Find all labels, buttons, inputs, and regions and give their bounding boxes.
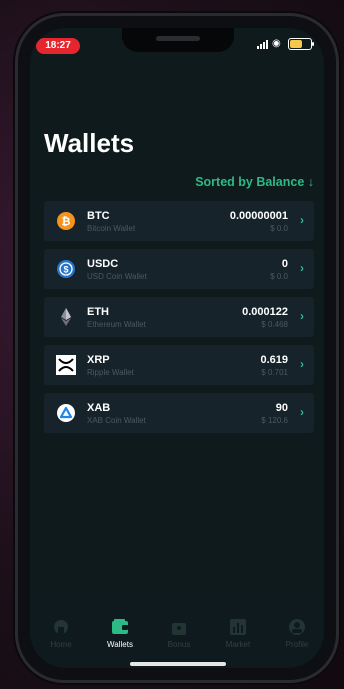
wallet-amount: 0.000122 (242, 306, 288, 318)
market-icon (229, 618, 247, 636)
wallet-row-xrp[interactable]: XRP Ripple Wallet 0.619 $ 0.701 › (44, 345, 314, 385)
chevron-right-icon: › (300, 309, 304, 323)
wallet-row-usdc[interactable]: $ USDC USD Coin Wallet 0 $ 0.0 › (44, 249, 314, 289)
wallet-row-eth[interactable]: ETH Ethereum Wallet 0.000122 $ 0.468 › (44, 297, 314, 337)
status-icons: ◉ (257, 38, 314, 50)
tab-bonus[interactable]: Bonus (150, 618, 208, 649)
app-screen: 18:27 ◉ Wallets Sorted by Balance ↓ ₿ BT… (30, 28, 324, 668)
battery-level (290, 40, 302, 48)
wallet-symbol: ETH (87, 306, 109, 318)
tab-label: Bonus (167, 640, 191, 649)
tab-wallets[interactable]: Wallets (91, 618, 149, 649)
profile-icon (288, 618, 306, 636)
speaker-grille (156, 36, 200, 41)
ethereum-icon (56, 307, 76, 327)
chevron-right-icon: › (300, 213, 304, 227)
tab-profile[interactable]: Profile (268, 618, 324, 649)
wallet-fiat-value: $ 120.6 (261, 416, 288, 425)
wallet-name: Ethereum Wallet (87, 320, 146, 329)
bonus-icon (170, 618, 188, 636)
wallet-name: Bitcoin Wallet (87, 224, 136, 233)
usdc-icon: $ (56, 259, 76, 279)
tab-market[interactable]: Market (209, 618, 267, 649)
wallet-fiat-value: $ 0.468 (261, 320, 288, 329)
home-icon (52, 618, 70, 636)
ripple-icon (56, 355, 76, 375)
tab-label: Home (50, 640, 72, 649)
wallet-row-btc[interactable]: ₿ BTC Bitcoin Wallet 0.00000001 $ 0.0 › (44, 201, 314, 241)
home-indicator[interactable] (130, 662, 226, 666)
notch (122, 28, 234, 52)
status-time: 18:27 (36, 38, 80, 54)
xab-icon (56, 403, 76, 423)
wallet-amount: 0.619 (260, 354, 288, 366)
tab-bar: Home Wallets Bonus Market Profile (30, 604, 324, 668)
tab-label: Profile (285, 640, 309, 649)
wallet-symbol: XRP (87, 354, 110, 366)
wallet-fiat-value: $ 0.0 (270, 272, 288, 281)
tab-home[interactable]: Home (32, 618, 90, 649)
wallet-fiat-value: $ 0.0 (270, 224, 288, 233)
wallet-fiat-value: $ 0.701 (261, 368, 288, 377)
wallet-name: USD Coin Wallet (87, 272, 147, 281)
phone-frame: 18:27 ◉ Wallets Sorted by Balance ↓ ₿ BT… (18, 16, 336, 680)
wallet-amount: 0.00000001 (229, 210, 288, 222)
wallet-symbol: USDC (87, 258, 119, 270)
wallet-symbol: XAB (87, 402, 111, 414)
wallet-symbol: BTC (87, 210, 110, 222)
tab-label: Wallets (107, 640, 133, 649)
battery-icon (288, 38, 314, 50)
svg-text:$: $ (63, 265, 68, 275)
chevron-right-icon: › (300, 261, 304, 275)
chevron-right-icon: › (300, 357, 304, 371)
bitcoin-icon: ₿ (56, 211, 76, 231)
wallet-amount: 90 (275, 402, 288, 414)
wallet-list: ₿ BTC Bitcoin Wallet 0.00000001 $ 0.0 › … (44, 201, 314, 441)
wallet-row-xab[interactable]: XAB XAB Coin Wallet 90 $ 120.6 › (44, 393, 314, 433)
wallet-name: XAB Coin Wallet (87, 416, 146, 425)
wifi-icon: ◉ (272, 38, 281, 49)
page-title: Wallets (44, 128, 135, 158)
wallet-icon (111, 618, 129, 636)
wallet-amount: 0 (281, 258, 288, 270)
tab-label: Market (225, 640, 251, 649)
sort-toggle[interactable]: Sorted by Balance ↓ (195, 175, 314, 189)
chevron-right-icon: › (300, 405, 304, 419)
signal-icon (257, 39, 268, 49)
svg-text:₿: ₿ (62, 216, 71, 228)
wallet-name: Ripple Wallet (87, 368, 134, 377)
